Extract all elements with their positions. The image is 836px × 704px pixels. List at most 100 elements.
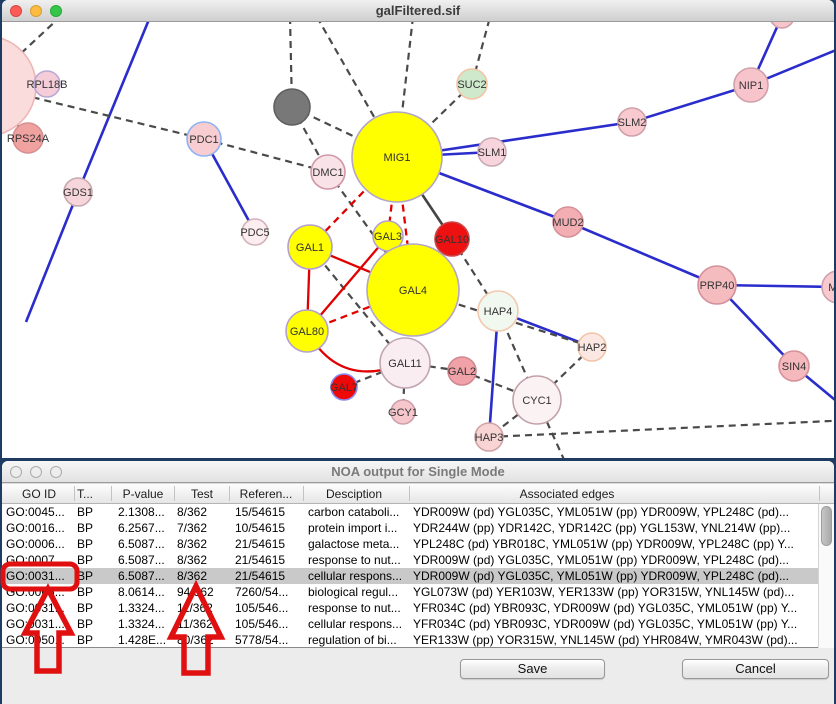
cancel-button[interactable]: Cancel: [682, 659, 829, 679]
column-divider[interactable]: [303, 486, 304, 501]
edge-GDS1-aGDSbot: [26, 192, 78, 322]
cell-associated-edges: YDR009W (pd) YGL035C, YML051W (pp) YDR00…: [413, 569, 816, 583]
node-label-GAL4: GAL4: [399, 285, 427, 297]
network-graph: RPL18BRPS24APDC1GDS1MIG1DMC1SUC2SLM1SLM2…: [2, 22, 834, 458]
node-label-NIP1: NIP1: [739, 80, 763, 92]
cell-go-id: GO:0031...: [6, 569, 65, 583]
node-label-SLM2: SLM2: [618, 117, 647, 129]
table-row[interactable]: GO:0031...BP6.5087...8/36221/54615cellul…: [2, 568, 818, 584]
column-divider[interactable]: [229, 486, 230, 501]
node-graynode[interactable]: [274, 89, 310, 125]
network-canvas[interactable]: RPL18BRPS24APDC1GDS1MIG1DMC1SUC2SLM1SLM2…: [2, 22, 834, 458]
node-label-GAL80: GAL80: [290, 326, 324, 338]
cell-reference: 105/546...: [235, 617, 288, 631]
node-label-SIN4: SIN4: [782, 361, 806, 373]
table-row[interactable]: GO:0007...BP6.5087...8/36221/54615respon…: [2, 552, 818, 568]
cell-go-id: GO:0016...: [6, 521, 65, 535]
column-divider[interactable]: [111, 486, 112, 501]
node-label-PDC5: PDC5: [240, 227, 269, 239]
table-column-header: GO ID T... P-value Test Referen... Desciption…: [2, 483, 834, 504]
table-row[interactable]: GO:0031... BP 1.3324... 11/362 105/546... cel…: [2, 616, 818, 632]
node-label-MSI: MSI: [828, 282, 834, 294]
network-window-titlebar[interactable]: galFiltered.sif: [2, 0, 834, 22]
cell-test: 8/362: [177, 537, 207, 551]
cell-description: response to nut...: [308, 601, 401, 615]
node-label-SLM1: SLM1: [478, 147, 507, 159]
node-label-RPS24A: RPS24A: [7, 133, 50, 145]
node-label-HAP2: HAP2: [578, 342, 607, 354]
noa-window-titlebar[interactable]: NOA output for Single Mode: [2, 461, 834, 483]
cell-test: 8/362: [177, 505, 207, 519]
save-button[interactable]: Save: [460, 659, 605, 679]
cell-test: 80/362: [177, 633, 214, 647]
cell-type: BP: [77, 537, 93, 551]
cell-go-id: GO:0045...: [6, 505, 65, 519]
cell-description: cellular respons...: [308, 569, 402, 583]
node-label-RPL18B: RPL18B: [27, 79, 68, 91]
table-row[interactable]: GO:0016...BP6.2567...7/36210/54615protei…: [2, 520, 818, 536]
node-label-SUC2: SUC2: [457, 79, 486, 91]
table-row[interactable]: GO:0006...BP6.5087...8/36221/54615galact…: [2, 536, 818, 552]
cell-reference: 21/54615: [235, 569, 285, 583]
column-divider[interactable]: [819, 486, 820, 501]
cell-test: 11/362: [177, 617, 213, 631]
cell-test: 8/362: [177, 553, 207, 567]
table-row[interactable]: GO:0045...BP2.1308...8/36215/54615carbon…: [2, 504, 818, 520]
cell-p-value: 1.3324...: [118, 617, 165, 631]
column-header-referen[interactable]: Referen...: [240, 487, 293, 501]
network-window: galFiltered.sif RPL18BRPS24APDC1GDS1MIG1…: [2, 0, 834, 458]
cell-associated-edges: YGL073W (pd) YER103W, YER133W (pp) YOR31…: [413, 585, 816, 599]
cell-p-value: 8.0614...: [118, 585, 165, 599]
cell-p-value: 1.428E...: [118, 633, 166, 647]
node-label-GCY1: GCY1: [388, 407, 418, 419]
cell-reference: 15/54615: [235, 505, 285, 519]
cell-p-value: 6.5087...: [118, 537, 165, 551]
column-header-t[interactable]: T...: [77, 487, 93, 501]
table-row[interactable]: GO:0050...BP1.428E...80/3625778/54...reg…: [2, 632, 818, 648]
cell-description: galactose meta...: [308, 537, 399, 551]
node-label-PRP40: PRP40: [700, 280, 735, 292]
node-topright[interactable]: [770, 22, 794, 28]
node-label-GAL2: GAL2: [448, 366, 476, 378]
cell-description: cellular respons...: [308, 617, 402, 631]
cell-associated-edges: YFR034C (pd) YBR093C, YDR009W (pd) YGL03…: [413, 601, 816, 615]
column-header-desciption[interactable]: Desciption: [326, 487, 382, 501]
column-header-test[interactable]: Test: [191, 487, 213, 501]
column-divider[interactable]: [174, 486, 175, 501]
cell-go-id: GO:0007...: [6, 553, 65, 567]
node-label-GAL11: GAL11: [388, 358, 421, 370]
cell-test: 94/362: [177, 585, 214, 599]
column-divider[interactable]: [409, 486, 410, 501]
column-header-goid[interactable]: GO ID: [22, 487, 56, 501]
cell-p-value: 1.3324...: [118, 601, 165, 615]
cell-associated-edges: YER133W (pp) YOR315W, YNL145W (pd) YHR08…: [413, 633, 816, 647]
cell-go-id: GO:0031...: [6, 617, 65, 631]
table-body: GO:0045...BP2.1308...8/36215/54615carbon…: [2, 504, 834, 648]
cell-go-id: GO:0065...: [6, 585, 65, 599]
cell-go-id: GO:0050...: [6, 633, 65, 647]
column-divider[interactable]: [74, 486, 75, 501]
cell-type: BP: [77, 617, 93, 631]
noa-window-title: NOA output for Single Mode: [2, 464, 834, 479]
cell-description: regulation of bi...: [308, 633, 397, 647]
cell-type: BP: [77, 585, 93, 599]
table-row[interactable]: GO:0065...BP8.0614...94/3627260/54...bio…: [2, 584, 818, 600]
node-label-GDS1: GDS1: [63, 187, 93, 199]
node-label-GAL3: GAL3: [374, 231, 402, 243]
column-header-pvalue[interactable]: P-value: [123, 487, 164, 501]
cell-description: protein import i...: [308, 521, 397, 535]
cell-test: 11/362: [177, 601, 213, 615]
table-row[interactable]: GO:0031...BP1.3324...11/362105/546...res…: [2, 600, 818, 616]
cell-associated-edges: YDR009W (pd) YGL035C, YML051W (pp) YDR00…: [413, 505, 816, 519]
scrollbar-thumb[interactable]: [821, 506, 832, 546]
vertical-scrollbar[interactable]: [818, 504, 834, 648]
column-header-associatededges[interactable]: Associated edges: [520, 487, 615, 501]
cell-test: 8/362: [177, 569, 207, 583]
node-label-HAP3: HAP3: [475, 432, 504, 444]
node-label-GAL7: GAL7: [330, 382, 358, 394]
cell-type: BP: [77, 569, 93, 583]
cell-reference: 21/54615: [235, 553, 285, 567]
cell-associated-edges: YDR244W (pp) YDR142C, YDR142C (pp) YGL15…: [413, 521, 816, 535]
cell-reference: 105/546...: [235, 601, 288, 615]
cell-associated-edges: YPL248C (pd) YBR018C, YML051W (pp) YDR00…: [413, 537, 816, 551]
